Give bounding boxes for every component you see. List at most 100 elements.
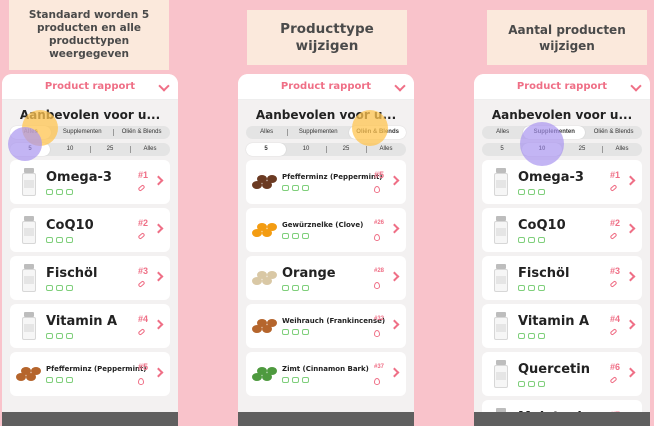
count-option[interactable]: 10 <box>286 143 326 156</box>
benefit-icons <box>282 233 400 239</box>
product-image-icon <box>252 175 277 189</box>
benefit-icon <box>46 332 53 339</box>
bottle-label <box>24 324 34 332</box>
bottle-icon <box>22 264 36 292</box>
benefit-icon <box>292 185 299 191</box>
product-card[interactable]: Orange #28 <box>246 256 406 300</box>
product-card[interactable]: CoQ10 #2 <box>10 208 170 252</box>
product-image <box>252 260 278 296</box>
count-option[interactable]: 5 <box>482 143 522 156</box>
type-option[interactable]: Alles <box>246 126 287 139</box>
bottle-label <box>496 276 506 284</box>
bottle-label <box>496 228 506 236</box>
product-card[interactable]: Weihrauch (Frankincense) #32 <box>246 304 406 348</box>
count-option[interactable]: 25 <box>326 143 366 156</box>
product-card[interactable]: Omega-3 #1 <box>482 160 642 204</box>
product-card[interactable]: Pfefferminz (Peppermint) #5 <box>246 160 406 204</box>
app-header[interactable]: Product rapport <box>474 74 650 100</box>
product-card[interactable]: Fischöl #3 <box>482 256 642 300</box>
benefit-icon <box>66 236 73 243</box>
chevron-down-icon[interactable] <box>630 80 642 92</box>
product-rank: #32 <box>373 316 384 322</box>
benefit-icon <box>518 236 525 243</box>
app-header[interactable]: Product rapport <box>2 74 178 100</box>
product-card[interactable]: CoQ10 #2 <box>482 208 642 252</box>
type-option[interactable]: Oliën & Blends <box>585 126 642 139</box>
product-image <box>16 212 42 248</box>
benefit-icons <box>46 332 164 339</box>
benefit-icons <box>518 236 636 243</box>
benefit-icon <box>46 188 53 195</box>
benefit-icon <box>538 332 545 339</box>
count-option[interactable]: 10 <box>50 143 90 156</box>
bottom-bar <box>2 412 178 426</box>
chevron-down-icon[interactable] <box>158 80 170 92</box>
app-title: Product rapport <box>44 81 136 92</box>
benefit-icon <box>518 284 525 291</box>
benefit-icons <box>282 185 400 191</box>
caption-change-type-text: Producttype wijzigen <box>280 20 374 54</box>
benefit-icon <box>538 380 545 387</box>
product-rank: #4 <box>137 314 148 324</box>
caption-change-count-text: Aantal producten wijzigen <box>508 22 626 53</box>
product-image <box>488 356 514 392</box>
section-title: Aanbevolen voor u... <box>491 108 633 122</box>
product-card[interactable]: Fischöl #3 <box>10 256 170 300</box>
benefit-icons <box>46 236 164 243</box>
product-card[interactable]: Zimt (Cinnamon Bark) #37 <box>246 352 406 396</box>
product-image-icon <box>16 367 41 381</box>
product-image <box>252 356 278 392</box>
type-option[interactable]: Supplementen <box>287 126 349 139</box>
product-image <box>16 164 42 200</box>
bottle-icon <box>494 264 508 292</box>
benefit-icon <box>282 284 289 291</box>
drop-icon <box>374 282 380 289</box>
product-card[interactable]: Vitamin A #4 <box>10 304 170 348</box>
benefit-icons <box>282 284 400 291</box>
benefit-icons <box>46 188 164 195</box>
benefit-icon <box>538 284 545 291</box>
product-card[interactable]: Quercetin #6 <box>482 352 642 396</box>
count-option[interactable]: Alles <box>130 143 170 156</box>
bottle-label <box>496 372 506 380</box>
benefit-icon <box>302 329 309 335</box>
touch-indicator <box>352 110 388 146</box>
benefit-icon <box>292 284 299 291</box>
report-content: Aanbevolen voor u...AllesSupplementenOli… <box>238 100 414 426</box>
product-card[interactable]: Gewürznelke (Clove) #26 <box>246 208 406 252</box>
bottle-icon <box>494 216 508 244</box>
benefit-icon <box>56 284 63 291</box>
type-option[interactable]: Alles <box>482 126 523 139</box>
count-option[interactable]: 5 <box>246 143 286 156</box>
benefit-icon <box>292 377 299 383</box>
benefit-icon <box>302 377 309 383</box>
type-option[interactable]: Supplementen <box>51 126 113 139</box>
caption-default: Standaard worden 5 producten en alle pro… <box>9 0 169 70</box>
product-image <box>16 356 42 392</box>
drop-icon <box>374 378 380 385</box>
count-option[interactable]: Alles <box>602 143 642 156</box>
benefit-icon <box>46 236 53 243</box>
benefit-icon <box>66 377 73 383</box>
chevron-down-icon[interactable] <box>394 80 406 92</box>
product-image <box>488 308 514 344</box>
product-card[interactable]: Pfefferminz (Peppermint) #5 <box>10 352 170 396</box>
benefit-icon <box>528 188 535 195</box>
product-card[interactable]: Omega-3 #1 <box>10 160 170 204</box>
benefit-icon <box>518 332 525 339</box>
count-option[interactable]: 25 <box>562 143 602 156</box>
product-image <box>488 260 514 296</box>
app-header[interactable]: Product rapport <box>238 74 414 100</box>
app-title: Product rapport <box>280 81 372 92</box>
bottle-icon <box>22 168 36 196</box>
benefit-icon <box>66 188 73 195</box>
bottle-label <box>496 324 506 332</box>
benefit-icons <box>518 188 636 195</box>
count-option[interactable]: 25 <box>90 143 130 156</box>
benefit-icon <box>528 284 535 291</box>
benefit-icons <box>518 284 636 291</box>
benefit-icon <box>302 185 309 191</box>
type-option[interactable]: Oliën & Blends <box>113 126 170 139</box>
product-card[interactable]: Vitamin A #4 <box>482 304 642 348</box>
product-rank: #4 <box>609 314 620 324</box>
